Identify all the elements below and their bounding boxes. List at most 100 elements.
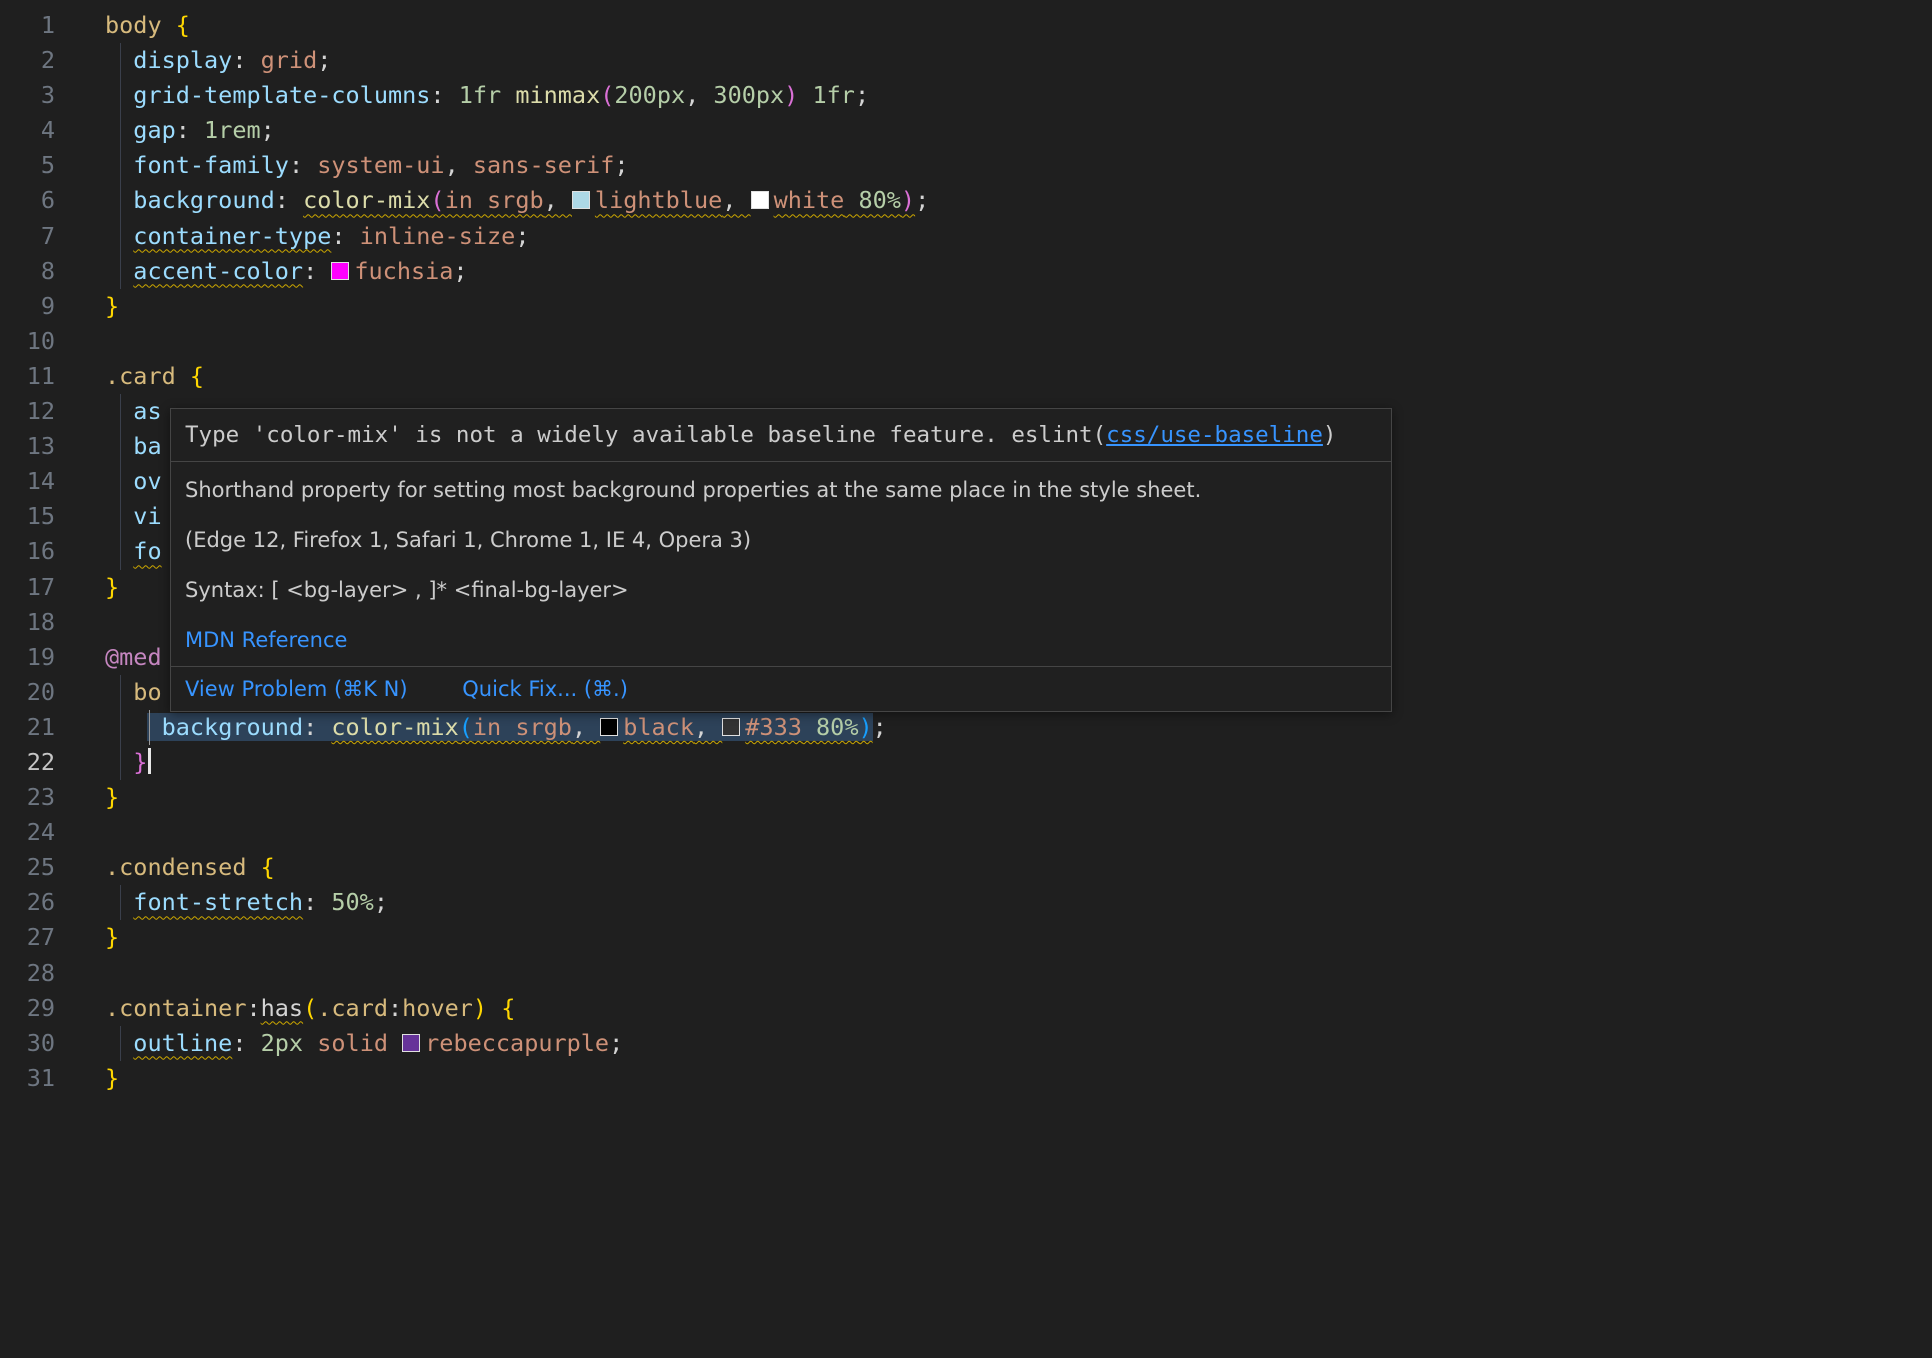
code-token: hover <box>402 994 473 1022</box>
code-token: white <box>774 186 845 214</box>
code-tokens: container-type: inline-size; <box>105 222 529 250</box>
indent-guide <box>120 394 121 429</box>
mdn-reference-link[interactable]: MDN Reference <box>185 628 347 652</box>
color-swatch[interactable] <box>402 1034 420 1052</box>
code-line: 7 container-type: inline-size; <box>0 219 1932 254</box>
code-tokens: @med <box>105 643 162 671</box>
line-number: 4 <box>0 113 55 148</box>
code-token: fuchsia <box>354 257 453 285</box>
code-token: vi <box>133 502 161 530</box>
code-token: grid-template-columns <box>133 81 430 109</box>
code-token: , <box>722 186 750 214</box>
line-number: 18 <box>0 605 55 640</box>
code-line: 22 } <box>0 745 1932 780</box>
code-tokens: } <box>105 923 119 951</box>
code-token: fo <box>133 537 161 565</box>
code-content[interactable]: grid-template-columns: 1fr minmax(200px,… <box>105 78 1932 113</box>
code-tokens: as <box>105 397 162 425</box>
code-content[interactable] <box>105 815 1932 850</box>
indent-guide <box>120 745 121 780</box>
code-token: ov <box>133 467 161 495</box>
code-token: gap <box>133 116 175 144</box>
hover-widget: Type 'color-mix' is not a widely availab… <box>170 408 1392 712</box>
code-tokens: background: color-mix(in srgb, lightblue… <box>105 186 929 214</box>
code-content[interactable]: .card { <box>105 359 1932 394</box>
code-content[interactable]: background: color-mix(in srgb, lightblue… <box>105 183 1932 218</box>
code-line: 24 <box>0 815 1932 850</box>
code-line: 4 gap: 1rem; <box>0 113 1932 148</box>
code-token: solid <box>317 1029 388 1057</box>
code-token: ) <box>901 186 915 214</box>
code-token: ; <box>317 46 331 74</box>
view-problem-button[interactable]: View Problem (⌘K N) <box>185 677 408 701</box>
code-content[interactable]: body { <box>105 8 1932 43</box>
code-tokens: accent-color: fuchsia; <box>105 257 468 285</box>
code-token: ; <box>614 151 628 179</box>
diagnostic-source: eslint( <box>1011 422 1106 448</box>
code-content[interactable]: container-type: inline-size; <box>105 219 1932 254</box>
code-token: 1fr <box>459 81 501 109</box>
color-swatch[interactable] <box>572 191 590 209</box>
code-line: 27} <box>0 920 1932 955</box>
color-swatch[interactable] <box>331 262 349 280</box>
code-content[interactable] <box>105 956 1932 991</box>
code-token: outline <box>133 1029 232 1057</box>
code-line: 30 outline: 2px solid rebeccapurple; <box>0 1026 1932 1061</box>
code-token: : <box>232 1029 260 1057</box>
line-number: 26 <box>0 885 55 920</box>
color-swatch[interactable] <box>722 718 740 736</box>
code-content[interactable]: } <box>105 920 1932 955</box>
code-token: , <box>694 713 722 741</box>
code-tokens: display: grid; <box>105 46 331 74</box>
color-swatch[interactable] <box>751 191 769 209</box>
line-number: 14 <box>0 464 55 499</box>
code-content[interactable]: } <box>105 745 1932 780</box>
code-token: } <box>105 1064 119 1092</box>
line-number: 16 <box>0 534 55 569</box>
code-token: : <box>303 713 331 741</box>
code-token: background <box>162 713 303 741</box>
code-token: container-type <box>133 222 331 250</box>
hover-documentation: Shorthand property for setting most back… <box>171 462 1391 666</box>
line-number: 20 <box>0 675 55 710</box>
code-token: ; <box>855 81 869 109</box>
code-token: #333 <box>745 713 802 741</box>
indent-guide <box>120 219 121 254</box>
code-content[interactable]: font-family: system-ui, sans-serif; <box>105 148 1932 183</box>
code-tokens: } <box>105 1064 119 1092</box>
code-token: } <box>133 748 147 776</box>
code-content[interactable]: } <box>105 289 1932 324</box>
code-token: accent-color <box>133 257 303 285</box>
indent-guide <box>120 113 121 148</box>
code-line: 31} <box>0 1061 1932 1096</box>
code-content[interactable]: font-stretch: 50%; <box>105 885 1932 920</box>
code-token: background <box>133 186 274 214</box>
code-token <box>487 994 501 1022</box>
code-content[interactable]: display: grid; <box>105 43 1932 78</box>
code-token: ) <box>473 994 487 1022</box>
code-content[interactable]: } <box>105 780 1932 815</box>
code-content[interactable]: gap: 1rem; <box>105 113 1932 148</box>
doc-description: Shorthand property for setting most back… <box>185 476 1377 504</box>
code-token: 50% <box>331 888 373 916</box>
code-token: , <box>572 713 600 741</box>
code-content[interactable]: background: color-mix(in srgb, black, #3… <box>105 710 1932 745</box>
code-token: ) <box>784 81 798 109</box>
code-token: ) <box>858 713 872 741</box>
hover-highlight: background: color-mix(in srgb, black, #3… <box>147 713 872 741</box>
code-content[interactable]: accent-color: fuchsia; <box>105 254 1932 289</box>
code-content[interactable] <box>105 324 1932 359</box>
indent-guide <box>120 499 121 534</box>
eslint-rule-link[interactable]: css/use-baseline <box>1106 422 1323 448</box>
code-token: 1fr <box>812 81 854 109</box>
color-swatch[interactable] <box>600 718 618 736</box>
code-content[interactable]: outline: 2px solid rebeccapurple; <box>105 1026 1932 1061</box>
quick-fix-button[interactable]: Quick Fix... (⌘.) <box>462 677 628 701</box>
line-number: 8 <box>0 254 55 289</box>
code-token: .card <box>317 994 388 1022</box>
code-line: 1body { <box>0 8 1932 43</box>
code-content[interactable]: .container:has(.card:hover) { <box>105 991 1932 1026</box>
code-content[interactable]: } <box>105 1061 1932 1096</box>
code-content[interactable]: .condensed { <box>105 850 1932 885</box>
code-editor: 1body {2 display: grid;3 grid-template-c… <box>0 0 1932 1358</box>
